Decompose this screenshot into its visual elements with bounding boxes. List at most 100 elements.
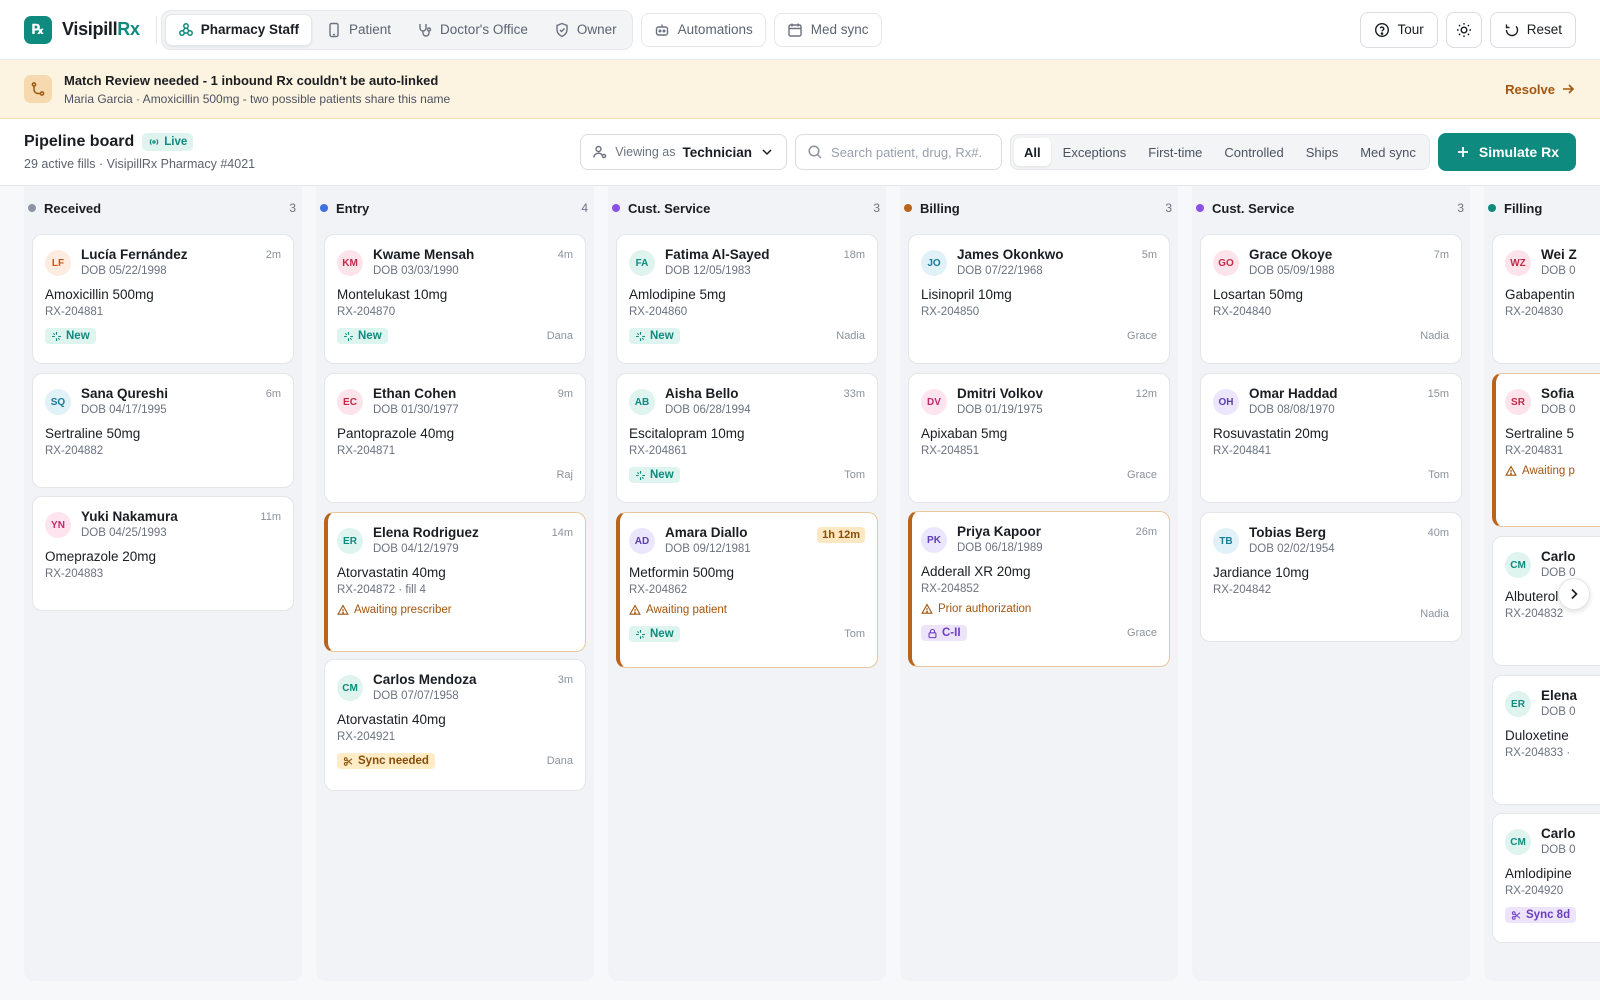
app-logo[interactable]: ℞ VisipillRx [24, 15, 140, 44]
rx-card[interactable]: DV Dmitri Volkov DOB 01/19/1975 12m Apixaban… [908, 373, 1170, 503]
rx-number: RX-204842 [1213, 584, 1272, 596]
role-label: Doctor's Office [440, 22, 528, 37]
card-header: JO James Okonkwo DOB 07/22/1968 5m [921, 247, 1157, 277]
automations-button[interactable]: Automations [640, 12, 766, 47]
scroll-right-button[interactable] [1558, 578, 1590, 610]
patient-name: Kwame Mensah [373, 247, 475, 262]
rx-number: RX-204861 [629, 445, 688, 457]
drug-name: Amlodipine 5mg [629, 287, 726, 302]
elapsed-time: 4m [557, 249, 573, 261]
banner-text: Match Review needed - 1 inbound Rx could… [64, 73, 450, 106]
viewing-as-select[interactable]: Viewing as Technician [580, 134, 788, 170]
card-footer: Grace [921, 328, 1157, 344]
avatar: SQ [45, 389, 71, 415]
rx-card[interactable]: EC Ethan Cohen DOB 01/30/1977 9m Pantoprazol… [324, 373, 586, 503]
card-header: SR Sofia DOB 0 [1505, 386, 1600, 416]
rx-number: RX-204840 [1213, 306, 1272, 318]
avatar: DV [921, 389, 947, 415]
patient-name: Grace Okoye [1249, 247, 1333, 262]
drug-name: Sertraline 5 [1505, 426, 1575, 441]
role-tab-pharmacy-staff[interactable]: Pharmacy Staff [164, 13, 313, 46]
role-switcher: Pharmacy Staff Patient Doctor's Office O… [160, 9, 633, 50]
assignee-name: Tom [1428, 469, 1449, 481]
sparkle-icon [635, 470, 646, 481]
reset-button[interactable]: Reset [1489, 11, 1576, 48]
patient-name: Tobias Berg [1249, 525, 1327, 540]
rx-card[interactable]: OH Omar Haddad DOB 08/08/1970 15m Rosuvastat… [1200, 373, 1462, 503]
app-name-a: Visipill [62, 19, 118, 39]
med-sync-label: Med sync [810, 22, 869, 37]
rx-card[interactable]: LF Lucía Fernández DOB 05/22/1998 2m Amoxici… [32, 234, 294, 364]
rx-number: RX-204870 [337, 306, 396, 318]
live-label: Live [164, 136, 188, 148]
search-input[interactable] [831, 144, 982, 160]
patient-dob: DOB 01/30/1977 [373, 404, 459, 416]
rx-number: RX-204921 [337, 731, 396, 743]
drug-name: Escitalopram 10mg [629, 426, 745, 441]
header-tools: Tour Reset [1360, 11, 1576, 48]
status-tag: New [629, 328, 680, 344]
card-header: CM Carlos Mendoza DOB 07/07/1958 3m [337, 672, 573, 702]
rx-card[interactable]: SR Sofia DOB 0 Sertraline 5 RX-204831 Awaitin… [1492, 373, 1600, 527]
filter-all[interactable]: All [1014, 138, 1051, 166]
card-header: ER Elena Rodriguez DOB 04/12/1979 14m [337, 525, 573, 555]
role-tab-owner[interactable]: Owner [542, 14, 629, 46]
chevron-down-icon [759, 144, 775, 160]
filter-controlled[interactable]: Controlled [1214, 138, 1293, 166]
rx-card[interactable]: KM Kwame Mensah DOB 03/03/1990 4m Montelukas… [324, 234, 586, 364]
rx-card[interactable]: WZ Wei Z DOB 0 Gabapentin RX-204830 [1492, 234, 1600, 364]
card-header: ER Elena DOB 0 [1505, 688, 1600, 718]
rx-card[interactable]: CM Carlos Mendoza DOB 07/07/1958 3m Atorvast… [324, 659, 586, 791]
status-tag: New [337, 328, 388, 344]
patient-dob: DOB 07/22/1968 [957, 265, 1043, 277]
rx-card[interactable]: ER Elena DOB 0 Duloxetine RX-204833 · [1492, 675, 1600, 805]
avatar: YN [45, 512, 71, 538]
top-bar: ℞ VisipillRx Pharmacy Staff Patient Doct… [0, 0, 1600, 60]
avatar: AD [629, 528, 655, 554]
patient-dob: DOB 0 [1541, 844, 1576, 856]
card-header: OH Omar Haddad DOB 08/08/1970 15m [1213, 386, 1449, 416]
pipeline-column: Cust. Service 3 GO Grace Okoye DOB 05/09/198… [1192, 186, 1470, 981]
calendar-icon [787, 22, 803, 38]
theme-toggle-button[interactable] [1445, 11, 1482, 48]
warning-icon [629, 604, 641, 616]
tour-button[interactable]: Tour [1360, 11, 1438, 48]
viewing-as-value: Technician [682, 144, 753, 160]
rx-card[interactable]: AB Aisha Bello DOB 06/28/1994 33m Escitalopr… [616, 373, 878, 503]
rx-card[interactable]: YN Yuki Nakamura DOB 04/25/1993 11m Omeprazo… [32, 496, 294, 611]
patient-name: Sofia [1541, 386, 1575, 401]
patient-name: Ethan Cohen [373, 386, 457, 401]
role-tab-patient[interactable]: Patient [314, 14, 403, 46]
pipeline-column: Billing 3 JO James Okonkwo DOB 07/22/1968 5m L… [900, 186, 1178, 981]
column-header: Entry 4 [316, 186, 594, 230]
sparkle-icon [635, 629, 646, 640]
divider [155, 15, 157, 44]
avatar: ER [1505, 691, 1531, 717]
rx-card[interactable]: CM Carlo DOB 0 Amlodipine RX-204920 Sync 8d [1492, 813, 1600, 943]
patient-name: Aisha Bello [665, 386, 739, 401]
rx-card[interactable]: PK Priya Kapoor DOB 06/18/1989 26m Adderall … [908, 511, 1170, 667]
filter-med-sync[interactable]: Med sync [1350, 138, 1426, 166]
filter-first-time[interactable]: First-time [1138, 138, 1212, 166]
rx-card[interactable]: SQ Sana Qureshi DOB 04/17/1995 6m Sertraline… [32, 373, 294, 488]
board-toolbar: Pipeline board Live 29 active fills · Vi… [0, 119, 1600, 186]
rx-card[interactable]: FA Fatima Al-Sayed DOB 12/05/1983 18m Amlodi… [616, 234, 878, 364]
rx-card[interactable]: JO James Okonkwo DOB 07/22/1968 5m Lisinopri… [908, 234, 1170, 364]
simulate-rx-button[interactable]: Simulate Rx [1437, 133, 1576, 171]
simulate-rx-label: Simulate Rx [1478, 144, 1559, 160]
filter-ships[interactable]: Ships [1296, 138, 1349, 166]
stethoscope-icon [417, 22, 433, 38]
filter-exceptions[interactable]: Exceptions [1053, 138, 1137, 166]
med-sync-button[interactable]: Med sync [773, 12, 882, 47]
patient-dob: DOB 06/18/1989 [957, 542, 1043, 554]
rx-card[interactable]: ER Elena Rodriguez DOB 04/12/1979 14m Atorva… [324, 512, 586, 652]
rx-card[interactable]: GO Grace Okoye DOB 05/09/1988 7m Losartan 50… [1200, 234, 1462, 364]
avatar: WZ [1505, 250, 1531, 276]
resolve-link[interactable]: Resolve [1505, 81, 1576, 97]
live-badge: Live [142, 133, 194, 151]
rx-card[interactable]: AD Amara Diallo DOB 09/12/1981 1h 12m Metfor… [616, 512, 878, 668]
rx-card[interactable]: TB Tobias Berg DOB 02/02/1954 40m Jardiance … [1200, 512, 1462, 642]
card-header: PK Priya Kapoor DOB 06/18/1989 26m [921, 524, 1157, 554]
column-count: 3 [1165, 201, 1172, 215]
role-tab-doctors-office[interactable]: Doctor's Office [405, 14, 540, 46]
